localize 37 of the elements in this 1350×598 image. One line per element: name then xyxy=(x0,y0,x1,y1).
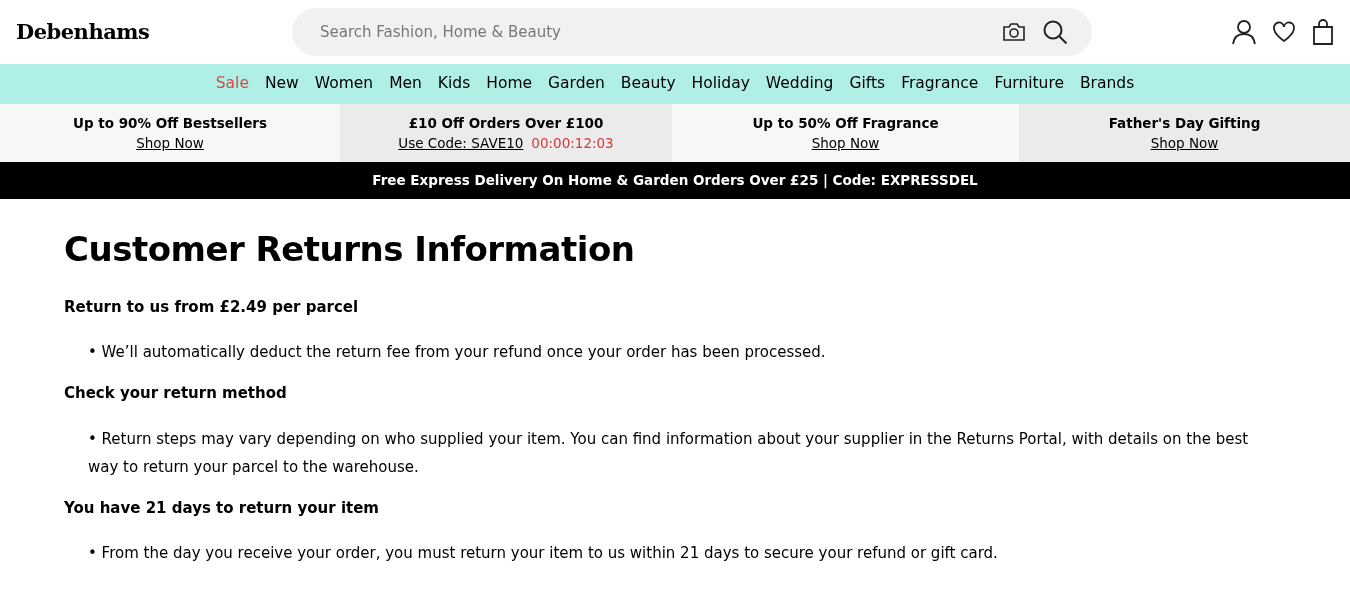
nav-link-item[interactable]: Wedding xyxy=(757,72,842,96)
nav-link-item[interactable]: Kids xyxy=(429,72,479,96)
promo-link[interactable]: Shop Now xyxy=(811,133,880,154)
promo-title: £10 Off Orders Over £100 xyxy=(408,113,604,133)
heart-icon[interactable] xyxy=(1272,21,1296,43)
promo-link[interactable]: Use Code: SAVE10 xyxy=(398,133,524,154)
search-field[interactable]: Search Fashion, Home & Beauty xyxy=(292,8,1092,56)
bullet-text: • Return steps may vary depending on who supplied your item. You can find information about your supplier in the Returns Portal, with details on the best way to return your parcel to the warehouse. xyxy=(87,428,1250,478)
section-heading: Check your return method xyxy=(64,383,288,405)
promo-title: Up to 50% Off Fragrance xyxy=(752,113,939,133)
nav-link-item[interactable]: Garden xyxy=(540,72,613,96)
nav-link-item[interactable]: Furniture xyxy=(986,72,1072,96)
logo[interactable]: Debenhams xyxy=(16,16,276,48)
section-heading: Return to us from £2.49 per parcel xyxy=(64,296,360,318)
nav-link-item[interactable]: Gifts xyxy=(841,72,894,96)
nav-link-item[interactable]: Women xyxy=(306,72,382,96)
promo-link[interactable]: Shop Now xyxy=(136,133,204,154)
nav-link-item[interactable]: Fragrance xyxy=(893,72,987,96)
page-title: Customer Returns Information xyxy=(64,229,636,270)
camera-icon[interactable] xyxy=(1002,22,1026,42)
search-icon[interactable] xyxy=(1042,19,1068,45)
nav-link-item[interactable]: Holiday xyxy=(683,72,758,96)
bullet-text: • We’ll automatically deduct the return fee from your refund once your order has been processed. xyxy=(87,342,827,364)
section-heading: You have 21 days to return your item xyxy=(64,497,380,519)
promo-title: Father's Day Gifting xyxy=(1108,113,1261,133)
delivery-banner-text: Free Express Delivery On Home & Garden Orders Over £25 | Code: EXPRESSDEL xyxy=(372,171,978,191)
nav-link-item[interactable]: Brands xyxy=(1072,72,1143,96)
account-icon[interactable] xyxy=(1232,19,1256,45)
countdown-timer: 00:00:12:03 xyxy=(531,134,614,153)
bag-icon[interactable] xyxy=(1312,19,1334,45)
nav-link-item[interactable]: New xyxy=(256,72,307,96)
promo-link[interactable]: Shop Now xyxy=(1150,133,1219,154)
nav-link-item[interactable]: Home xyxy=(478,72,541,96)
promo-title: Up to 90% Off Bestsellers xyxy=(72,113,268,133)
nav-link-item[interactable]: Beauty xyxy=(612,72,684,96)
nav-link-item[interactable]: Men xyxy=(381,72,430,96)
bullet-text: • From the day you receive your order, you must return your item to us within 21 days to secure your refund or gift card. xyxy=(87,543,999,565)
